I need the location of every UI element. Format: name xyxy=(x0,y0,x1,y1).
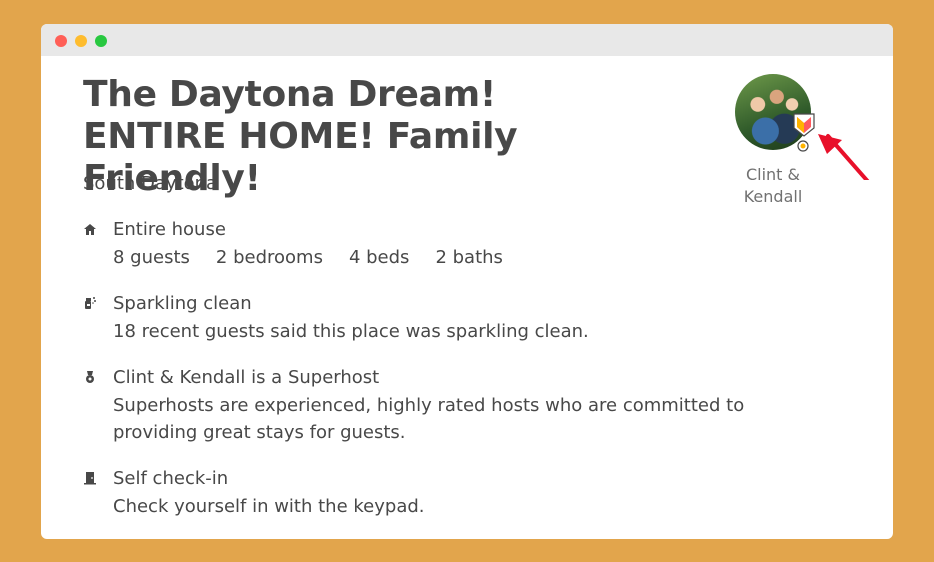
feature-title: Entire house xyxy=(113,219,226,240)
feature-superhost: Clint & Kendall is a Superhost Superhost… xyxy=(83,366,783,446)
browser-window: The Daytona Dream! ENTIRE HOME! Family F… xyxy=(41,24,893,539)
window-titlebar xyxy=(41,24,893,56)
feature-entire-house: Entire house 8 guests 2 bedrooms 4 beds 2 b… xyxy=(83,218,783,271)
medal-icon xyxy=(86,371,94,383)
feature-title: Self check-in xyxy=(113,468,229,489)
bedrooms-count: 2 bedrooms xyxy=(215,247,323,268)
beds-count: 4 beds xyxy=(348,247,410,268)
baths-count: 2 baths xyxy=(435,247,503,268)
close-window-button[interactable] xyxy=(55,35,67,47)
house-icon xyxy=(84,224,96,235)
spray-bottle-icon xyxy=(85,297,96,309)
door-icon xyxy=(84,472,96,485)
feature-title: Clint & Kendall is a Superhost xyxy=(113,367,380,388)
feature-title: Sparkling clean xyxy=(113,293,252,314)
feature-description: Superhosts are experienced, highly rated… xyxy=(113,395,745,443)
feature-description: 18 recent guests said this place was spa… xyxy=(113,321,589,342)
medal-dot-icon xyxy=(797,140,809,152)
host-avatar[interactable] xyxy=(735,74,815,152)
superhost-shield-icon xyxy=(793,113,815,137)
guests-count: 8 guests xyxy=(113,247,190,268)
feature-stats: 8 guests 2 bedrooms 4 beds 2 baths xyxy=(113,244,783,271)
listing-location[interactable]: South Daytona xyxy=(83,173,217,194)
listing-highlights: Entire house 8 guests 2 bedrooms 4 beds 2 b… xyxy=(83,218,783,520)
feature-sparkling-clean: Sparkling clean 18 recent guests said th… xyxy=(83,292,783,345)
feature-description: Check yourself in with the keypad. xyxy=(113,496,425,517)
red-arrow-annotation xyxy=(818,134,870,180)
minimize-window-button[interactable] xyxy=(75,35,87,47)
maximize-window-button[interactable] xyxy=(95,35,107,47)
host-profile[interactable]: Clint & Kendall xyxy=(733,74,815,208)
feature-self-check-in: Self check-in Check yourself in with the… xyxy=(83,467,783,520)
host-name[interactable]: Clint & Kendall xyxy=(733,164,813,208)
